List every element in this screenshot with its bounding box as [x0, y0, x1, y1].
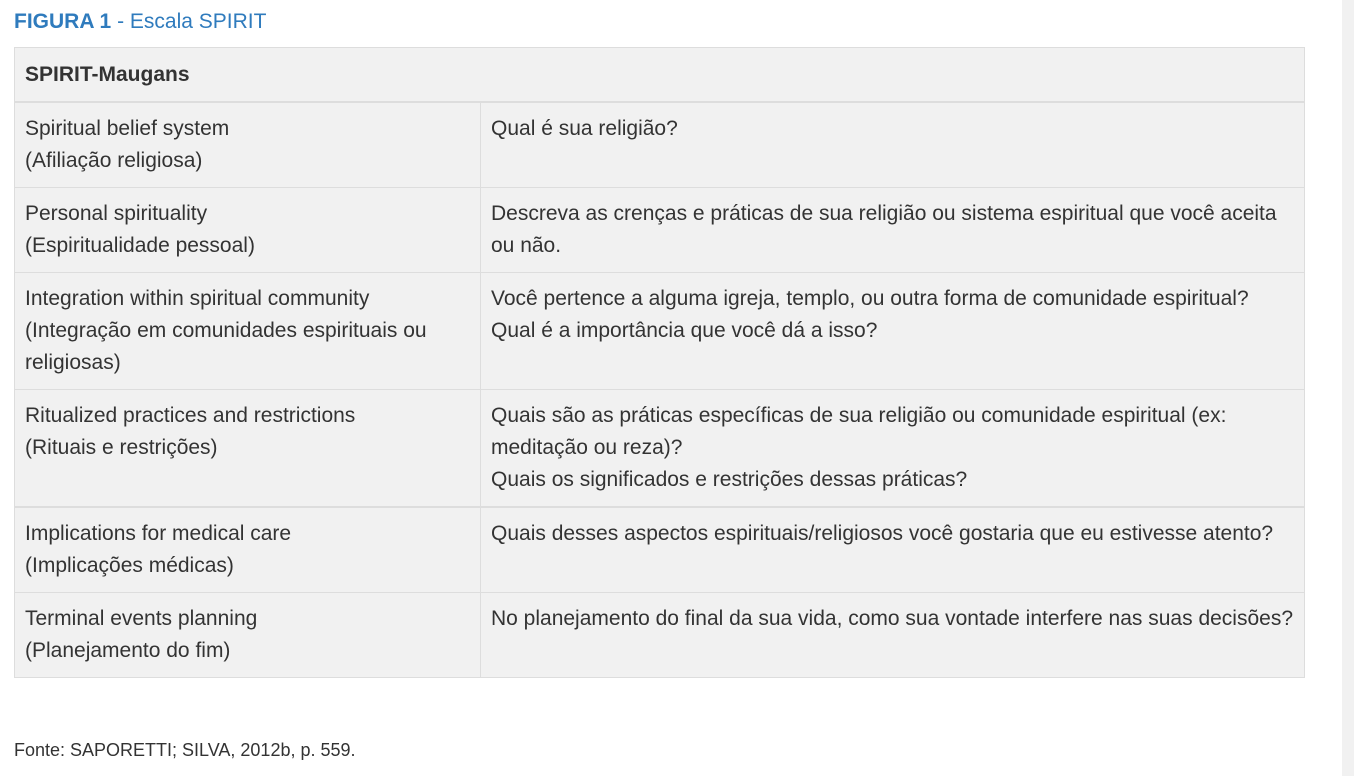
source-note: Fonte: SAPORETTI; SILVA, 2012b, p. 559. — [14, 740, 356, 760]
question-cell: Quais desses aspectos espirituais/religi… — [480, 506, 1305, 593]
term-english: Integration within spiritual community — [25, 287, 370, 310]
figure-label: FIGURA 1 — [14, 10, 112, 33]
question-text: Descreva as crenças e práticas de sua re… — [491, 202, 1277, 257]
question-text: Quais são as práticas específicas de sua… — [491, 404, 1227, 459]
table-row-terminal-events: Terminal events planning (Planejamento d… — [14, 592, 1305, 678]
term-cell: Spiritual belief system (Afiliação relig… — [14, 101, 481, 188]
term-cell: Ritualized practices and restrictions (R… — [14, 389, 481, 508]
term-english: Spiritual belief system — [25, 117, 230, 140]
page-scrollbar[interactable] — [1342, 0, 1354, 776]
term-portuguese: (Planejamento do fim) — [25, 639, 231, 662]
term-english: Personal spirituality — [25, 202, 208, 225]
term-cell: Integration within spiritual community (… — [14, 272, 481, 390]
question-cell: Quais são as práticas específicas de sua… — [480, 389, 1305, 508]
term-portuguese: (Afiliação religiosa) — [25, 149, 203, 172]
term-portuguese: (Implicações médicas) — [25, 554, 234, 577]
question-cell: Você pertence a alguma igreja, templo, o… — [480, 272, 1305, 390]
term-cell: Personal spirituality (Espiritualidade p… — [14, 187, 481, 273]
question-text: Quais desses aspectos espirituais/religi… — [491, 522, 1274, 545]
term-portuguese: (Rituais e restrições) — [25, 436, 218, 459]
table-header: SPIRIT-Maugans — [14, 47, 1305, 103]
figure-title: Escala SPIRIT — [129, 10, 267, 33]
term-english: Ritualized practices and restrictions — [25, 404, 356, 427]
table-row-medical-care: Implications for medical care (Implicaçõ… — [14, 506, 1305, 593]
question-cell: No planejamento do final da sua vida, co… — [480, 592, 1305, 678]
table-row-ritualized-practices: Ritualized practices and restrictions (R… — [14, 389, 1305, 508]
question-cell: Descreva as crenças e práticas de sua re… — [480, 187, 1305, 273]
term-cell: Terminal events planning (Planejamento d… — [14, 592, 481, 678]
question-text: Qual é sua religião? — [491, 117, 678, 140]
table-row-personal-spirituality: Personal spirituality (Espiritualidade p… — [14, 187, 1305, 273]
term-cell: Implications for medical care (Implicaçõ… — [14, 506, 481, 593]
term-english: Implications for medical care — [25, 522, 292, 545]
table-header-row: SPIRIT-Maugans — [14, 47, 1305, 103]
figure-caption: FIGURA 1 - Escala SPIRIT — [14, 9, 266, 35]
term-english: Terminal events planning — [25, 607, 258, 630]
question-text: Quais os significados e restrições dessa… — [491, 468, 968, 491]
term-portuguese: (Integração em comunidades espirituais o… — [25, 319, 427, 374]
table-row-spiritual-belief: Spiritual belief system (Afiliação relig… — [14, 101, 1305, 188]
caption-separator: - — [111, 10, 130, 33]
question-cell: Qual é sua religião? — [480, 101, 1305, 188]
question-text: Qual é a importância que você dá a isso? — [491, 319, 878, 342]
question-text: Você pertence a alguma igreja, templo, o… — [491, 287, 1249, 310]
term-portuguese: (Espiritualidade pessoal) — [25, 234, 255, 257]
spirit-table: SPIRIT-Maugans Spiritual belief system (… — [14, 47, 1305, 678]
question-text: No planejamento do final da sua vida, co… — [491, 607, 1293, 630]
table-row-integration: Integration within spiritual community (… — [14, 272, 1305, 390]
